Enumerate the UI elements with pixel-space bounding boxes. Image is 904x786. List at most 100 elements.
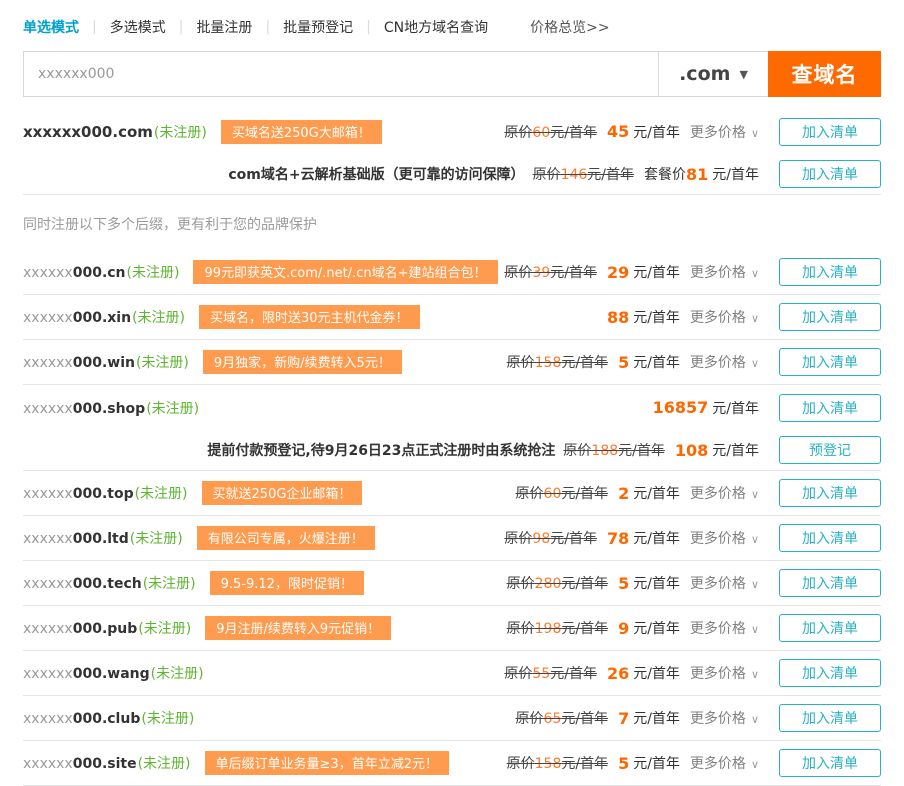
more-prices-link[interactable]: 更多价格∨ xyxy=(690,663,759,683)
current-price: 78 xyxy=(607,529,629,548)
price-area: 原价158元/首年 5 元/首年 更多价格∨ 加入清单 xyxy=(507,348,881,376)
add-to-list-button[interactable]: 加入清单 xyxy=(779,348,881,376)
more-prices-link[interactable]: 更多价格∨ xyxy=(690,573,759,593)
domain-row-pub: xxxxxx000.pub(未注册) 9月注册/续费转入9元促销！ 原价198元… xyxy=(23,606,881,651)
price-area: 原价198元/首年 9 元/首年 更多价格∨ 加入清单 xyxy=(507,614,881,642)
current-price: 29 xyxy=(607,263,629,282)
more-prices-link[interactable]: 更多价格∨ xyxy=(690,352,759,372)
nav-batch-preorder[interactable]: 批量预登记 xyxy=(283,17,353,37)
com-result-block: xxxxxx000.com(未注册) 买域名送250G大邮箱！ 原价60元/首年… xyxy=(23,109,881,195)
add-to-list-button[interactable]: 加入清单 xyxy=(779,659,881,687)
search-bar: .com ▼ 查域名 xyxy=(23,51,881,97)
chevron-down-icon: ∨ xyxy=(751,713,759,726)
domain-row-wang: xxxxxx000.wang(未注册) 原价55元/首年 26 元/首年 更多价… xyxy=(23,651,881,696)
price-unit: 元/首年 xyxy=(633,122,680,142)
original-price: 原价98元/首年 xyxy=(504,528,597,548)
original-price: 原价146元/首年 xyxy=(533,164,634,184)
status-unregistered: (未注册) xyxy=(138,756,191,772)
add-to-list-button[interactable]: 加入清单 xyxy=(779,394,881,422)
more-prices-link[interactable]: 更多价格∨ xyxy=(690,618,759,638)
original-price: 原价158元/首年 xyxy=(507,753,608,773)
domain-name: xxxxxx000.shop(未注册) xyxy=(23,398,199,418)
status-unregistered: (未注册) xyxy=(130,531,183,547)
current-price: 2 xyxy=(618,484,629,503)
more-prices-link[interactable]: 更多价格∨ xyxy=(690,122,759,142)
package-price-label: 套餐价 xyxy=(644,164,686,184)
current-price: 9 xyxy=(618,619,629,638)
add-to-list-button[interactable]: 加入清单 xyxy=(779,303,881,331)
add-to-list-button[interactable]: 加入清单 xyxy=(779,160,881,188)
status-unregistered: (未注册) xyxy=(141,711,194,727)
more-prices-link[interactable]: 更多价格∨ xyxy=(690,708,759,728)
current-price: 16857 xyxy=(653,398,709,417)
more-prices-link[interactable]: 更多价格∨ xyxy=(690,753,759,773)
status-unregistered: (未注册) xyxy=(151,666,204,682)
domain-row-com: xxxxxx000.com(未注册) 买域名送250G大邮箱！ 原价60元/首年… xyxy=(23,109,881,154)
brand-protection-note: 同时注册以下多个后缀，更有利于您的品牌保护 xyxy=(23,195,881,250)
promo-badge: 买域名，限时送30元主机代金券！ xyxy=(199,305,420,329)
more-prices-link[interactable]: 更多价格∨ xyxy=(690,528,759,548)
more-prices-link[interactable]: 更多价格∨ xyxy=(690,307,759,327)
status-unregistered: (未注册) xyxy=(146,401,199,417)
domain-search-input[interactable] xyxy=(24,52,658,96)
original-price: 原价198元/首年 xyxy=(507,618,608,638)
add-to-list-button[interactable]: 加入清单 xyxy=(779,524,881,552)
nav-cn-regional-domain-query[interactable]: CN地方域名查询 xyxy=(384,17,488,37)
more-prices-link[interactable]: 更多价格∨ xyxy=(690,483,759,503)
add-to-list-button[interactable]: 加入清单 xyxy=(779,118,881,146)
search-box: .com ▼ xyxy=(23,51,768,97)
nav-batch-register[interactable]: 批量注册 xyxy=(196,17,252,37)
preorder-button[interactable]: 预登记 xyxy=(779,436,881,464)
price-unit: 元/首年 xyxy=(633,307,680,327)
domain-name: xxxxxx000.top(未注册) xyxy=(23,483,188,503)
add-to-list-button[interactable]: 加入清单 xyxy=(779,749,881,777)
price-area: 16857 元/首年 加入清单 xyxy=(653,394,881,422)
add-to-list-button[interactable]: 加入清单 xyxy=(779,569,881,597)
price-unit: 元/首年 xyxy=(633,262,680,282)
search-domain-button[interactable]: 查域名 xyxy=(768,51,881,97)
domain-search-page: 单选模式 | 多选模式 | 批量注册 | 批量预登记 | CN地方域名查询 价格… xyxy=(0,0,904,786)
chevron-down-icon: ∨ xyxy=(751,267,759,280)
domain-row-top: xxxxxx000.top(未注册) 买就送250G企业邮箱！ 原价60元/首年… xyxy=(23,471,881,516)
nav-single-select-mode[interactable]: 单选模式 xyxy=(23,17,79,37)
add-to-list-button[interactable]: 加入清单 xyxy=(779,258,881,286)
nav-multi-select-mode[interactable]: 多选模式 xyxy=(110,17,166,37)
current-price: 26 xyxy=(607,664,629,683)
chevron-down-icon: ∨ xyxy=(751,533,759,546)
current-price: 45 xyxy=(607,122,629,141)
price-area: 原价98元/首年 78 元/首年 更多价格∨ 加入清单 xyxy=(504,524,881,552)
current-price: 5 xyxy=(618,353,629,372)
domain-name: xxxxxx000.com(未注册) xyxy=(23,122,207,142)
domain-row-shop: xxxxxx000.shop(未注册) 16857 元/首年 加入清单 xyxy=(23,385,881,430)
chevron-down-icon: ∨ xyxy=(751,488,759,501)
chevron-down-icon: ∨ xyxy=(751,127,759,140)
price-area: 原价280元/首年 5 元/首年 更多价格∨ 加入清单 xyxy=(507,569,881,597)
current-price: 7 xyxy=(618,709,629,728)
com-bundle-row: com域名+云解析基础版（更可靠的访问保障） 原价146元/首年 套餐价 81 … xyxy=(23,154,881,194)
package-price: 81 xyxy=(686,165,708,184)
price-area: 原价60元/首年 2 元/首年 更多价格∨ 加入清单 xyxy=(516,479,881,507)
original-price: 原价39元/首年 xyxy=(504,262,597,282)
price-overview-link[interactable]: 价格总览>> xyxy=(530,17,609,37)
price-area: 原价55元/首年 26 元/首年 更多价格∨ 加入清单 xyxy=(504,659,881,687)
price-area: 原价65元/首年 7 元/首年 更多价格∨ 加入清单 xyxy=(516,704,881,732)
original-price: 原价65元/首年 xyxy=(516,708,609,728)
domain-name: xxxxxx000.xin(未注册) xyxy=(23,307,185,327)
promo-badge: 买就送250G企业邮箱！ xyxy=(202,481,363,505)
domain-name: xxxxxx000.ltd(未注册) xyxy=(23,528,183,548)
suffix-dropdown[interactable]: .com ▼ xyxy=(658,52,768,96)
add-to-list-button[interactable]: 加入清单 xyxy=(779,614,881,642)
more-prices-link[interactable]: 更多价格∨ xyxy=(690,262,759,282)
price-area: 原价158元/首年 5 元/首年 更多价格∨ 加入清单 xyxy=(507,749,881,777)
add-to-list-button[interactable]: 加入清单 xyxy=(779,479,881,507)
promo-badge: 9.5-9.12，限时促销！ xyxy=(210,571,364,595)
add-to-list-button[interactable]: 加入清单 xyxy=(779,704,881,732)
chevron-down-icon: ∨ xyxy=(751,668,759,681)
price-unit: 元/首年 xyxy=(712,398,759,418)
original-price: 原价158元/首年 xyxy=(507,352,608,372)
price-area: 原价60元/首年 45 元/首年 更多价格∨ 加入清单 xyxy=(504,118,881,146)
promo-badge: 9月独家，新购/续费转入5元！ xyxy=(203,350,402,374)
price-unit: 元/首年 xyxy=(633,528,680,548)
chevron-down-icon: ∨ xyxy=(751,758,759,771)
price-unit: 元/首年 xyxy=(633,663,680,683)
